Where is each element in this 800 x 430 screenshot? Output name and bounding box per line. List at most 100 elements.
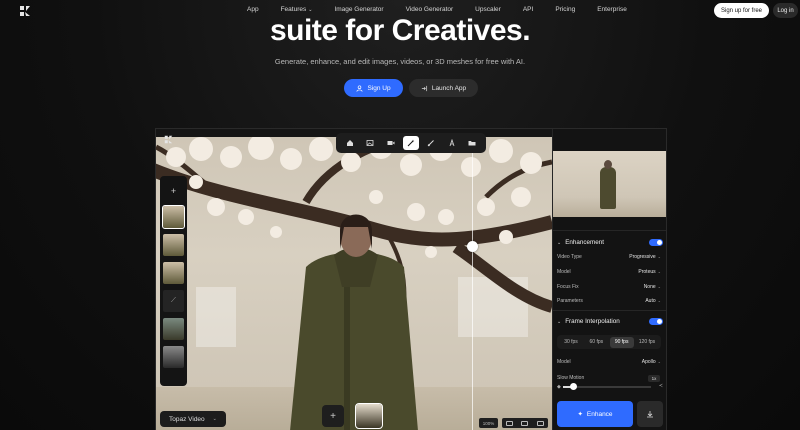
sparkle-icon: ✦ [577, 411, 583, 418]
frame-interpolation-label: Frame Interpolation [565, 318, 620, 325]
launch-icon [421, 85, 427, 91]
view-mode-toggle[interactable] [502, 418, 548, 428]
model-badge-label: Topaz Video [169, 415, 205, 423]
nav-link-image-generator[interactable]: Image Generator [334, 6, 383, 13]
clip-thumbnail[interactable] [355, 403, 383, 429]
asset-thumbnail[interactable] [162, 205, 185, 229]
download-icon [647, 411, 653, 418]
signup-button-label: Sign Up [367, 84, 391, 92]
chevron-down-icon: ⌄ [657, 254, 661, 259]
hero-title: suite for Creatives. [269, 14, 531, 47]
setting-value: Progressive [629, 254, 656, 260]
editor-toolbar [336, 133, 486, 153]
slider-handle[interactable] [570, 383, 578, 390]
frame-interpolation-toggle[interactable] [649, 318, 663, 325]
setting-label: Video Type [557, 254, 582, 260]
nav-link-upscaler[interactable]: Upscaler [475, 6, 501, 13]
setting-row-video-type[interactable]: Video Type Progressive ⌄ [557, 254, 661, 260]
setting-row-interp-model[interactable]: Model Apollo ⌄ [557, 359, 661, 365]
divider [553, 310, 666, 311]
launch-app-button[interactable]: Launch App [409, 79, 478, 97]
chevron-down-icon: ⌄ [657, 298, 661, 303]
model-badge[interactable]: Topaz Video ⌄ [160, 411, 226, 427]
chevron-down-icon: ⌄ [557, 239, 562, 246]
slider-min-icon: ◆ [557, 384, 561, 390]
setting-row-focus-fix[interactable]: Focus Fix None ⌄ [557, 284, 661, 290]
add-icon[interactable]: + [163, 182, 184, 200]
asset-thumbnail-strip: + ⟋ [160, 176, 187, 386]
preview-subject [600, 167, 616, 209]
setting-value: Proteus [638, 269, 656, 275]
video-icon[interactable] [383, 136, 399, 150]
nav-link-enterprise[interactable]: Enterprise [597, 6, 627, 13]
video-canvas[interactable] [156, 137, 552, 430]
preview-thumbnail[interactable] [553, 151, 666, 217]
nav-link-features[interactable]: Features ⌄ [281, 6, 313, 13]
setting-row-model[interactable]: Model Proteus ⌄ [557, 269, 661, 275]
app-logo-icon [164, 135, 173, 144]
setting-label: Model [557, 269, 571, 275]
compare-split-line[interactable] [472, 137, 473, 430]
enhance-button-label: Enhance [586, 410, 613, 418]
folder-icon[interactable] [464, 136, 480, 150]
divider [553, 230, 666, 231]
settings-panel: ⌄ Enhancement Video Type Progressive ⌄ Mo… [552, 129, 666, 430]
single-view-icon[interactable] [506, 420, 514, 426]
chevron-down-icon: ⌄ [557, 318, 562, 325]
asset-thumbnail[interactable] [163, 318, 184, 340]
setting-value: None [643, 284, 656, 290]
brush-icon[interactable] [423, 136, 439, 150]
setting-label: Slow Motion [557, 375, 585, 381]
woman-in-coat [290, 214, 418, 430]
download-button[interactable] [637, 401, 663, 427]
enhancement-section-header[interactable]: ⌄ Enhancement [557, 239, 663, 246]
nav-link-app[interactable]: App [247, 6, 259, 13]
setting-label: Model [557, 359, 571, 365]
home-icon[interactable] [342, 136, 358, 150]
setting-label: Focus Fix [557, 284, 579, 290]
chevron-down-icon: ⌄ [657, 359, 661, 364]
split-view-icon[interactable] [521, 420, 529, 426]
chevron-down-icon: ⌄ [657, 269, 661, 274]
asset-thumbnail[interactable] [163, 234, 184, 256]
setting-row-slow-motion: Slow Motion [557, 375, 637, 381]
nav-link-pricing[interactable]: Pricing [555, 6, 575, 13]
magic-wand-icon[interactable]: ⟋ [163, 290, 184, 312]
chevron-down-icon: ⌄ [212, 416, 217, 422]
compare-slider-handle[interactable] [467, 241, 478, 252]
image-icon[interactable] [362, 136, 378, 150]
slow-motion-slider[interactable] [563, 383, 651, 390]
slider-max-icon: ≺ [658, 383, 663, 389]
user-icon [356, 84, 363, 92]
nav-link-video-generator[interactable]: Video Generator [406, 6, 454, 13]
slow-motion-value[interactable]: 1x [648, 375, 660, 382]
launch-app-label: Launch App [431, 84, 467, 92]
setting-row-parameters[interactable]: Parameters Auto ⌄ [557, 298, 661, 304]
magic-wand-icon[interactable] [402, 136, 419, 150]
setting-value: Auto [645, 298, 656, 304]
enhancement-label: Enhancement [565, 239, 605, 246]
fps-option-60[interactable]: 60 fps [584, 337, 608, 348]
setting-label: Parameters [557, 298, 583, 304]
add-clip-button[interactable]: + [322, 405, 344, 427]
asset-thumbnail[interactable] [163, 262, 184, 284]
setting-value: Apollo [641, 359, 656, 365]
side-by-side-icon[interactable] [536, 420, 544, 426]
fps-selector: 30 fps 60 fps 90 fps 120 fps [557, 335, 661, 349]
enhance-button[interactable]: ✦ Enhance [557, 401, 633, 427]
signup-button[interactable]: Sign Up [344, 79, 403, 97]
nav-link-api[interactable]: API [523, 6, 533, 13]
preview-subject-head [604, 160, 612, 169]
chevron-down-icon: ⌄ [657, 284, 661, 289]
frame-interpolation-section-header[interactable]: ⌄ Frame Interpolation [557, 318, 663, 325]
nav-links: App Features ⌄ Image Generator Video Gene… [247, 6, 649, 13]
fps-option-30[interactable]: 30 fps [559, 337, 583, 348]
app-editor: + ⟋ Topaz Video ⌄ + 100% ⌄ Enhancement V… [155, 128, 667, 430]
cta-row: Sign Up Launch App [344, 79, 478, 97]
zoom-level[interactable]: 100% [479, 418, 498, 428]
text-icon[interactable] [444, 136, 460, 150]
fps-option-120[interactable]: 120 fps [635, 337, 659, 348]
asset-thumbnail[interactable] [163, 346, 184, 368]
enhancement-toggle[interactable] [649, 239, 663, 246]
fps-option-90[interactable]: 90 fps [609, 336, 634, 348]
